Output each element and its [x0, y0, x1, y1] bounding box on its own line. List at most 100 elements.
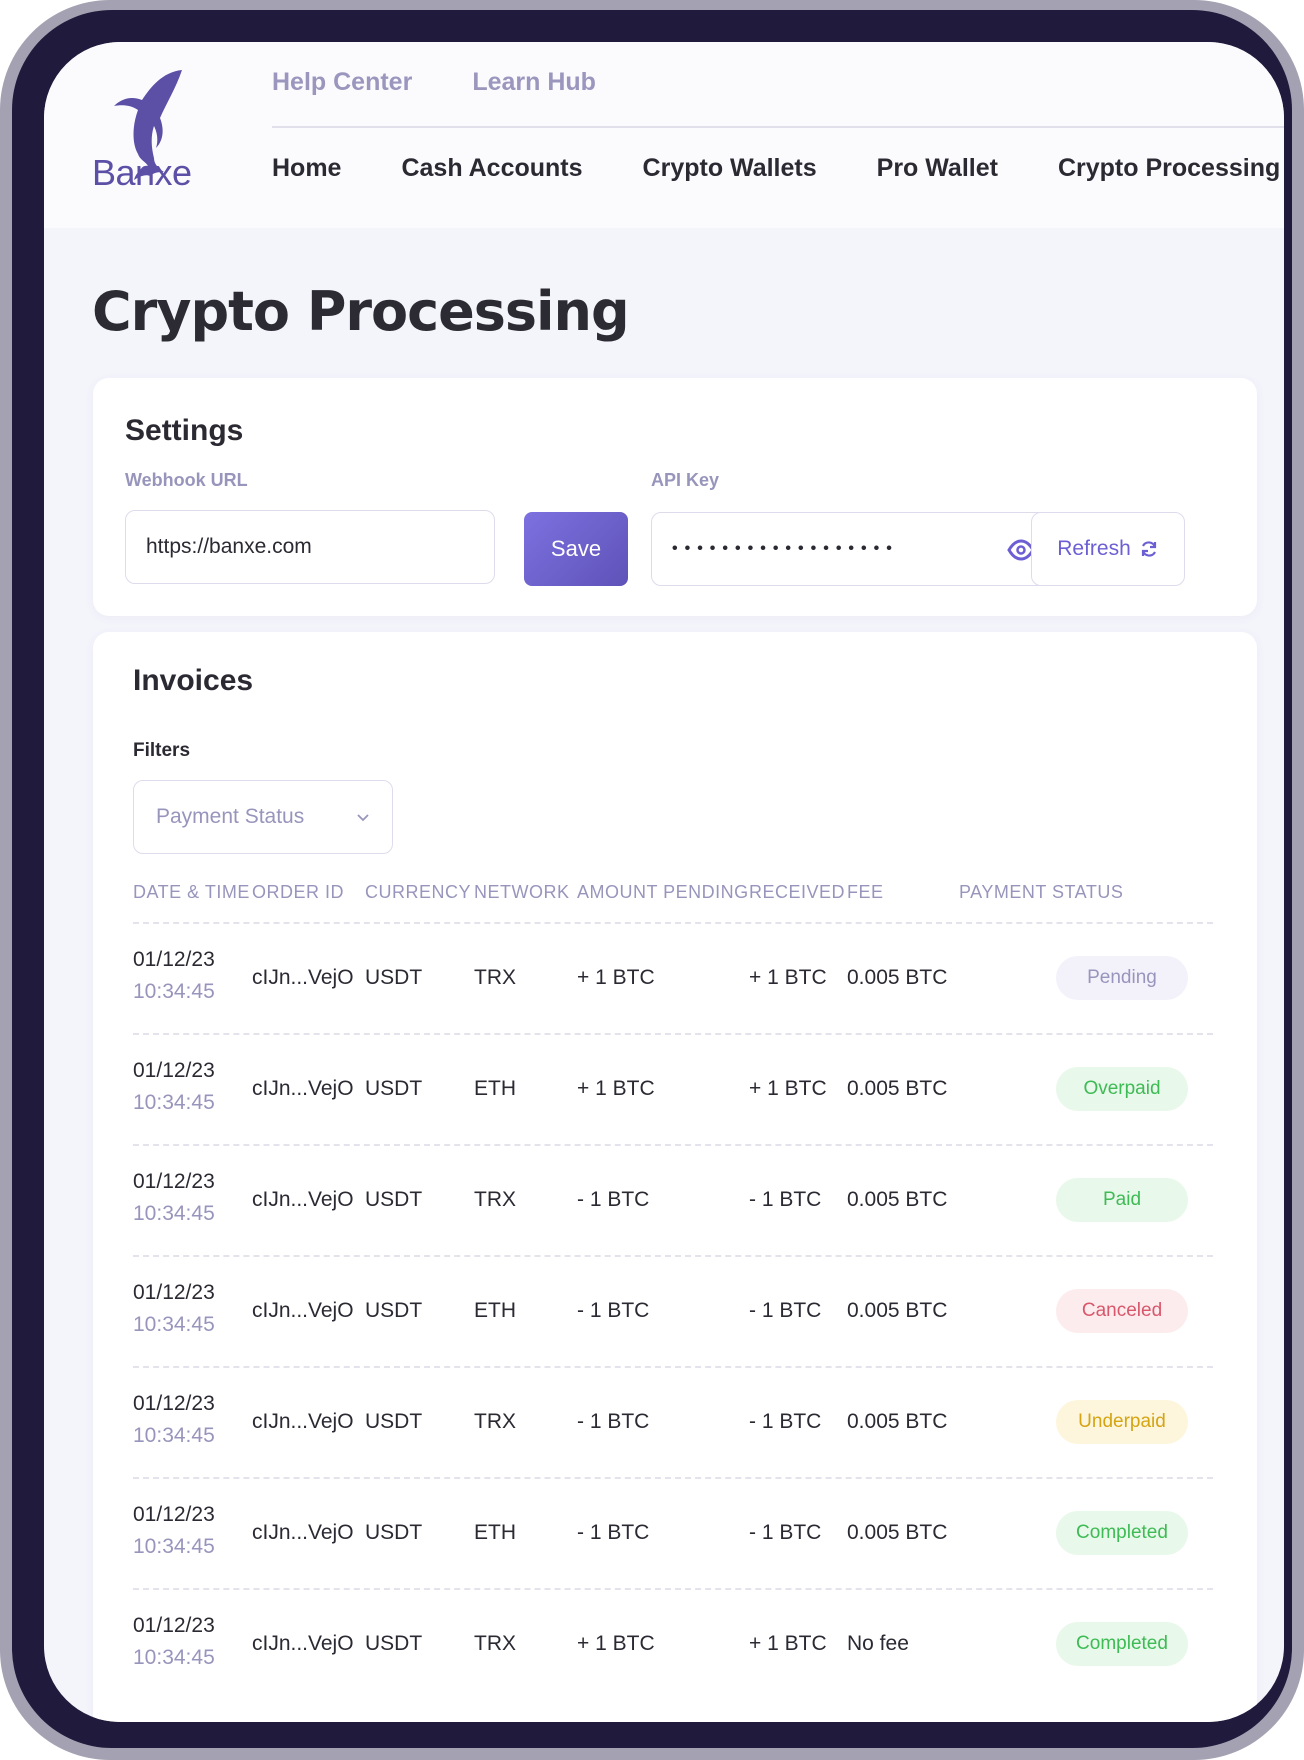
fee-cell: 0.005 BTC: [847, 1521, 948, 1544]
nav-home[interactable]: Home: [272, 154, 341, 183]
webhook-url-value: https://banxe.com: [146, 535, 312, 558]
chevron-down-icon: [357, 814, 369, 822]
table-row[interactable]: 01/12/23 10:34:45 cIJn...VejO USDT TRX +…: [133, 924, 1213, 1035]
date-value: 01/12/23: [133, 1614, 215, 1637]
status-badge: Completed: [1056, 1511, 1188, 1555]
network-cell: TRX: [474, 1632, 516, 1655]
received-cell: - 1 BTC: [749, 1410, 822, 1433]
received-cell: - 1 BTC: [749, 1521, 822, 1544]
status-badge: Overpaid: [1056, 1067, 1188, 1111]
table-row[interactable]: 01/12/23 10:34:45 cIJn...VejO USDT ETH -…: [133, 1479, 1213, 1590]
amount-pending-cell: + 1 BTC: [577, 1077, 655, 1100]
column-header[interactable]: PAYMENT STATUS: [959, 882, 1123, 903]
column-header[interactable]: ORDER ID: [252, 882, 344, 903]
column-header[interactable]: RECEIVED: [749, 882, 845, 903]
table-row[interactable]: 01/12/23 10:34:45 cIJn...VejO USDT ETH -…: [133, 1257, 1213, 1368]
refresh-label: Refresh: [1057, 537, 1131, 560]
nav-crypto-processing[interactable]: Crypto Processing: [1058, 154, 1280, 183]
date-value: 01/12/23: [133, 1170, 215, 1193]
order-id-cell[interactable]: cIJn...VejO: [252, 1632, 354, 1656]
refresh-button[interactable]: Refresh: [1031, 512, 1185, 586]
table-row[interactable]: 01/12/23 10:34:45 cIJn...VejO USDT TRX -…: [133, 1146, 1213, 1257]
status-badge: Pending: [1056, 956, 1188, 1000]
webhook-url-input[interactable]: https://banxe.com: [125, 510, 495, 584]
date-value: 01/12/23: [133, 1392, 215, 1415]
api-key-label: API Key: [651, 470, 720, 490]
secondary-nav: Help Center Learn Hub: [272, 68, 596, 97]
webhook-url-label: Webhook URL: [125, 470, 248, 490]
network-cell: TRX: [474, 1188, 516, 1211]
table-row[interactable]: 01/12/23 10:34:45 cIJn...VejO USDT TRX +…: [133, 1590, 1213, 1701]
screen: Banxe Help Center Learn Hub Home Cash Ac…: [44, 42, 1284, 1722]
status-badge: Underpaid: [1056, 1400, 1188, 1444]
network-cell: TRX: [474, 966, 516, 989]
order-id-cell[interactable]: cIJn...VejO: [252, 1521, 354, 1545]
table-row[interactable]: 01/12/23 10:34:45 cIJn...VejO USDT ETH +…: [133, 1035, 1213, 1146]
column-header[interactable]: AMOUNT PENDING: [577, 882, 749, 903]
api-key-input[interactable]: ••••••••••••••••••: [651, 512, 1055, 586]
order-id-cell[interactable]: cIJn...VejO: [252, 1188, 354, 1212]
brand-name: Banxe: [92, 152, 192, 193]
filters-label: Filters: [133, 740, 191, 761]
date-time-cell: 01/12/23 10:34:45: [133, 1170, 215, 1226]
date-value: 01/12/23: [133, 948, 215, 971]
header-divider: [272, 126, 1284, 128]
status-badge: Canceled: [1056, 1289, 1188, 1333]
amount-pending-cell: + 1 BTC: [577, 1632, 655, 1655]
refresh-icon: [1141, 541, 1156, 557]
invoices-table: DATE & TIME ORDER ID CURRENCY NETWORK AM…: [133, 882, 1213, 1701]
help-center-link[interactable]: Help Center: [272, 68, 412, 97]
currency-cell: USDT: [365, 1188, 423, 1211]
column-header[interactable]: DATE & TIME: [133, 882, 250, 903]
time-value: 10:34:45: [133, 980, 215, 1003]
date-value: 01/12/23: [133, 1503, 215, 1526]
fee-cell: No fee: [847, 1632, 909, 1655]
time-value: 10:34:45: [133, 1091, 215, 1114]
column-header[interactable]: FEE: [847, 882, 884, 903]
table-row[interactable]: 01/12/23 10:34:45 cIJn...VejO USDT TRX -…: [133, 1368, 1213, 1479]
nav-pro-wallet[interactable]: Pro Wallet: [877, 154, 998, 183]
fee-cell: 0.005 BTC: [847, 1410, 948, 1433]
device-frame: Banxe Help Center Learn Hub Home Cash Ac…: [12, 10, 1292, 1748]
received-cell: + 1 BTC: [749, 1632, 827, 1655]
nav-crypto-wallets[interactable]: Crypto Wallets: [643, 154, 817, 183]
network-cell: TRX: [474, 1410, 516, 1433]
currency-cell: USDT: [365, 1077, 423, 1100]
date-time-cell: 01/12/23 10:34:45: [133, 1614, 215, 1670]
time-value: 10:34:45: [133, 1202, 215, 1225]
currency-cell: USDT: [365, 966, 423, 989]
table-header: DATE & TIME ORDER ID CURRENCY NETWORK AM…: [133, 882, 1213, 924]
learn-hub-link[interactable]: Learn Hub: [472, 68, 596, 97]
order-id-cell[interactable]: cIJn...VejO: [252, 966, 354, 990]
currency-cell: USDT: [365, 1521, 423, 1544]
fee-cell: 0.005 BTC: [847, 1077, 948, 1100]
table-body: 01/12/23 10:34:45 cIJn...VejO USDT TRX +…: [133, 924, 1213, 1701]
received-cell: + 1 BTC: [749, 1077, 827, 1100]
column-header[interactable]: CURRENCY: [365, 882, 471, 903]
fee-cell: 0.005 BTC: [847, 966, 948, 989]
network-cell: ETH: [474, 1077, 516, 1100]
network-cell: ETH: [474, 1521, 516, 1544]
api-key-masked-value: ••••••••••••••••••: [672, 540, 899, 557]
date-time-cell: 01/12/23 10:34:45: [133, 1281, 215, 1337]
amount-pending-cell: - 1 BTC: [577, 1188, 650, 1211]
date-value: 01/12/23: [133, 1281, 215, 1304]
date-time-cell: 01/12/23 10:34:45: [133, 948, 215, 1004]
nav-cash-accounts[interactable]: Cash Accounts: [401, 154, 582, 183]
payment-status-placeholder: Payment Status: [156, 805, 305, 828]
payment-status-filter[interactable]: Payment Status: [133, 780, 393, 854]
column-header[interactable]: NETWORK: [474, 882, 570, 903]
fee-cell: 0.005 BTC: [847, 1188, 948, 1211]
network-cell: ETH: [474, 1299, 516, 1322]
received-cell: - 1 BTC: [749, 1299, 822, 1322]
save-button[interactable]: Save: [524, 512, 628, 586]
order-id-cell[interactable]: cIJn...VejO: [252, 1077, 354, 1101]
currency-cell: USDT: [365, 1410, 423, 1433]
invoices-card: Invoices Filters Payment Status DATE & T…: [93, 632, 1257, 1722]
time-value: 10:34:45: [133, 1424, 215, 1447]
amount-pending-cell: - 1 BTC: [577, 1410, 650, 1433]
order-id-cell[interactable]: cIJn...VejO: [252, 1410, 354, 1434]
order-id-cell[interactable]: cIJn...VejO: [252, 1299, 354, 1323]
received-cell: + 1 BTC: [749, 966, 827, 989]
date-value: 01/12/23: [133, 1059, 215, 1082]
